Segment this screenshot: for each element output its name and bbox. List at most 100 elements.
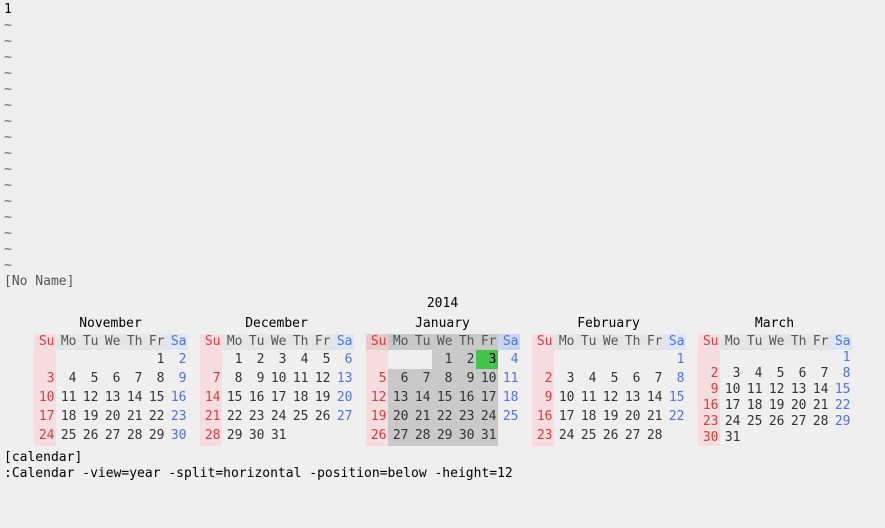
day-cell[interactable]: 25 bbox=[288, 408, 310, 427]
day-cell[interactable]: 3 bbox=[34, 369, 56, 388]
day-cell[interactable]: 17 bbox=[554, 408, 576, 427]
day-cell[interactable]: 23 bbox=[532, 427, 554, 446]
day-cell[interactable]: 3 bbox=[476, 350, 498, 369]
day-cell[interactable]: 20 bbox=[620, 408, 642, 427]
day-cell[interactable]: 13 bbox=[620, 388, 642, 407]
day-cell[interactable]: 28 bbox=[200, 427, 222, 446]
day-cell[interactable]: 26 bbox=[310, 408, 332, 427]
day-cell[interactable]: 11 bbox=[576, 388, 598, 407]
day-cell[interactable]: 31 bbox=[720, 430, 742, 446]
day-cell[interactable]: 19 bbox=[78, 408, 100, 427]
day-cell[interactable]: 31 bbox=[266, 427, 288, 446]
day-cell[interactable]: 12 bbox=[764, 382, 786, 398]
day-cell[interactable]: 7 bbox=[122, 369, 144, 388]
day-cell[interactable]: 25 bbox=[742, 414, 764, 430]
day-cell[interactable]: 15 bbox=[830, 382, 852, 398]
day-cell[interactable]: 5 bbox=[366, 369, 388, 388]
day-cell[interactable]: 8 bbox=[830, 366, 852, 382]
day-cell[interactable]: 10 bbox=[554, 388, 576, 407]
day-cell[interactable]: 25 bbox=[56, 427, 78, 446]
day-cell[interactable]: 17 bbox=[34, 408, 56, 427]
month-december[interactable]: DecemberSuMoTuWeThFrSa123456789101112131… bbox=[200, 316, 354, 446]
day-cell[interactable]: 20 bbox=[786, 398, 808, 414]
day-cell[interactable]: 11 bbox=[498, 369, 520, 388]
day-cell[interactable]: 6 bbox=[100, 369, 122, 388]
day-cell[interactable]: 16 bbox=[166, 388, 188, 407]
day-cell[interactable]: 26 bbox=[366, 427, 388, 446]
month-march[interactable]: MarchSuMoTuWeThFrSa123456789101112131415… bbox=[698, 316, 852, 446]
day-cell[interactable]: 21 bbox=[122, 408, 144, 427]
day-cell[interactable]: 8 bbox=[432, 369, 454, 388]
day-cell[interactable]: 22 bbox=[664, 408, 686, 427]
day-cell[interactable]: 5 bbox=[598, 369, 620, 388]
day-cell[interactable]: 30 bbox=[166, 427, 188, 446]
day-cell[interactable]: 6 bbox=[332, 350, 354, 369]
month-january[interactable]: JanuarySuMoTuWeThFrSa1234567891011121314… bbox=[366, 316, 520, 446]
day-cell[interactable]: 2 bbox=[166, 350, 188, 369]
day-cell[interactable]: 1 bbox=[432, 350, 454, 369]
day-cell[interactable]: 7 bbox=[410, 369, 432, 388]
day-cell[interactable]: 15 bbox=[432, 388, 454, 407]
day-cell[interactable]: 1 bbox=[222, 350, 244, 369]
day-cell[interactable]: 9 bbox=[454, 369, 476, 388]
calendar-pane[interactable]: 2014 NovemberSuMoTuWeThFrSa1234567891011… bbox=[0, 296, 885, 446]
day-cell[interactable]: 9 bbox=[532, 388, 554, 407]
day-cell[interactable]: 27 bbox=[786, 414, 808, 430]
day-cell[interactable]: 21 bbox=[808, 398, 830, 414]
day-cell[interactable]: 29 bbox=[222, 427, 244, 446]
day-cell[interactable]: 16 bbox=[454, 388, 476, 407]
day-cell[interactable]: 30 bbox=[244, 427, 266, 446]
day-cell[interactable]: 14 bbox=[122, 388, 144, 407]
day-cell[interactable]: 29 bbox=[144, 427, 166, 446]
day-cell[interactable]: 9 bbox=[244, 369, 266, 388]
day-cell[interactable]: 1 bbox=[830, 350, 852, 366]
day-cell[interactable]: 21 bbox=[642, 408, 664, 427]
day-cell[interactable]: 24 bbox=[554, 427, 576, 446]
day-cell[interactable]: 18 bbox=[288, 388, 310, 407]
day-cell[interactable]: 20 bbox=[332, 388, 354, 407]
day-cell[interactable]: 11 bbox=[288, 369, 310, 388]
day-cell[interactable]: 22 bbox=[222, 408, 244, 427]
day-cell[interactable]: 30 bbox=[698, 430, 720, 446]
day-cell[interactable]: 12 bbox=[78, 388, 100, 407]
day-cell[interactable]: 14 bbox=[200, 388, 222, 407]
day-cell[interactable]: 12 bbox=[598, 388, 620, 407]
day-cell[interactable]: 27 bbox=[332, 408, 354, 427]
day-cell[interactable]: 28 bbox=[122, 427, 144, 446]
day-cell[interactable]: 10 bbox=[34, 388, 56, 407]
day-cell[interactable]: 16 bbox=[532, 408, 554, 427]
day-cell[interactable]: 2 bbox=[454, 350, 476, 369]
day-cell[interactable]: 28 bbox=[808, 414, 830, 430]
day-cell[interactable]: 17 bbox=[720, 398, 742, 414]
day-cell[interactable]: 2 bbox=[698, 366, 720, 382]
day-cell[interactable]: 28 bbox=[410, 427, 432, 446]
day-cell[interactable]: 12 bbox=[310, 369, 332, 388]
day-cell[interactable]: 20 bbox=[388, 408, 410, 427]
day-cell[interactable]: 18 bbox=[576, 408, 598, 427]
day-cell[interactable]: 23 bbox=[244, 408, 266, 427]
day-cell[interactable]: 10 bbox=[266, 369, 288, 388]
day-cell[interactable]: 3 bbox=[266, 350, 288, 369]
day-cell[interactable]: 29 bbox=[830, 414, 852, 430]
day-cell[interactable]: 2 bbox=[244, 350, 266, 369]
day-cell[interactable]: 4 bbox=[56, 369, 78, 388]
day-cell[interactable]: 19 bbox=[366, 408, 388, 427]
day-cell[interactable]: 4 bbox=[288, 350, 310, 369]
day-cell[interactable]: 4 bbox=[742, 366, 764, 382]
day-cell[interactable]: 30 bbox=[454, 427, 476, 446]
day-cell[interactable]: 19 bbox=[310, 388, 332, 407]
day-cell[interactable]: 5 bbox=[78, 369, 100, 388]
day-cell[interactable]: 13 bbox=[388, 388, 410, 407]
day-cell[interactable]: 24 bbox=[476, 408, 498, 427]
day-cell[interactable]: 14 bbox=[642, 388, 664, 407]
day-cell[interactable]: 8 bbox=[144, 369, 166, 388]
day-cell[interactable]: 18 bbox=[742, 398, 764, 414]
day-cell[interactable]: 3 bbox=[554, 369, 576, 388]
day-cell[interactable]: 8 bbox=[222, 369, 244, 388]
day-cell[interactable]: 1 bbox=[144, 350, 166, 369]
day-cell[interactable]: 6 bbox=[786, 366, 808, 382]
day-cell[interactable]: 5 bbox=[310, 350, 332, 369]
day-cell[interactable]: 22 bbox=[144, 408, 166, 427]
day-cell[interactable]: 22 bbox=[432, 408, 454, 427]
day-cell[interactable]: 29 bbox=[432, 427, 454, 446]
